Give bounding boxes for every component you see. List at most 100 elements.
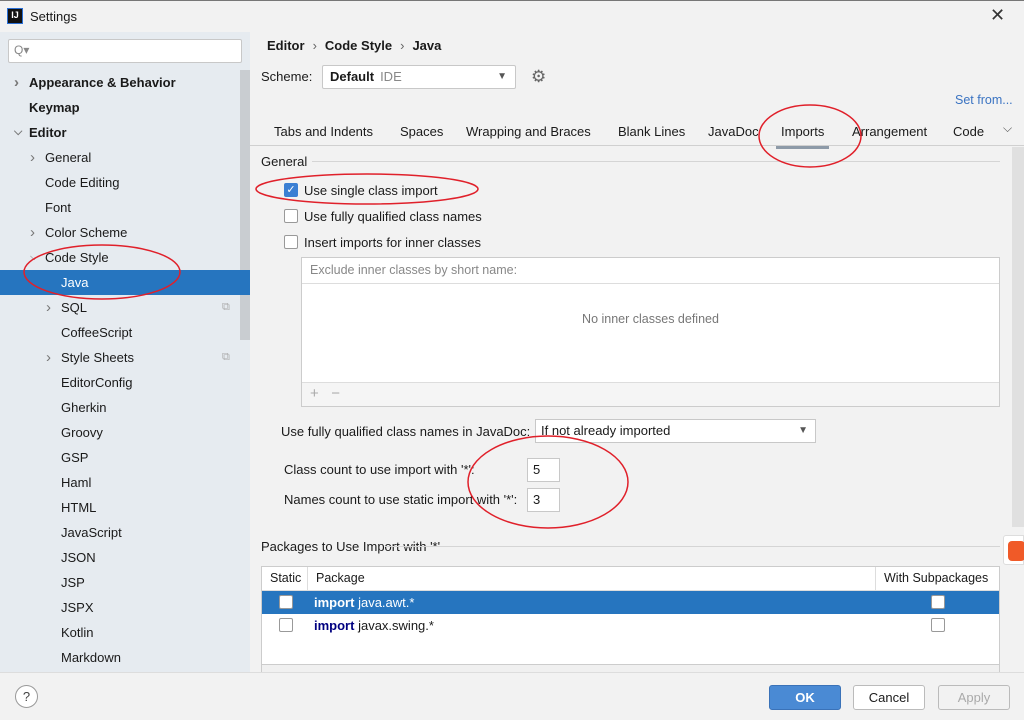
remove-icon[interactable]: − — [331, 385, 340, 402]
ok-button[interactable]: OK — [769, 685, 841, 710]
breadcrumb-separator: › — [400, 38, 405, 53]
chevron-right-icon[interactable]: › — [46, 345, 51, 370]
sidebar-item[interactable]: › General — [0, 145, 240, 170]
exclude-inner-classes-list[interactable]: Exclude inner classes by short name: No … — [301, 257, 1000, 407]
add-icon[interactable]: + — [310, 385, 319, 402]
sidebar-item-label: Java — [61, 275, 89, 290]
sidebar-item[interactable]: JSON — [0, 545, 240, 570]
content-scrollbar[interactable] — [1012, 147, 1024, 527]
chevron-down-icon[interactable]: ⌵ — [1003, 121, 1012, 136]
sidebar-item[interactable]: HTML — [0, 495, 240, 520]
empty-list-text: No inner classes defined — [582, 312, 719, 326]
dropdown-arrow-icon: ▼ — [798, 425, 808, 436]
sidebar-item[interactable]: › SQL ⧉ — [0, 295, 240, 320]
tab-arrangement[interactable]: Arrangement — [852, 124, 927, 139]
sidebar-scrollbar[interactable] — [240, 70, 250, 340]
chevron-right-icon[interactable]: › — [30, 145, 35, 170]
scheme-dropdown[interactable]: Default IDE ▼ — [322, 65, 516, 89]
copy-icon: ⧉ — [222, 351, 230, 363]
tab-code[interactable]: Code — [953, 124, 984, 139]
use-fully-qualified-label: Use fully qualified class names — [304, 209, 482, 224]
sidebar-item[interactable]: Haml — [0, 470, 240, 495]
sidebar-item[interactable]: › Appearance & Behavior — [0, 70, 240, 95]
sidebar-item-label: Editor — [29, 125, 67, 140]
column-header-package[interactable]: Package — [308, 567, 876, 591]
sidebar-item[interactable]: CoffeeScript — [0, 320, 240, 345]
dropdown-arrow-icon: ▼ — [497, 71, 507, 82]
sidebar-item[interactable]: Groovy — [0, 420, 240, 445]
close-icon[interactable]: ✕ — [990, 5, 1005, 26]
class-count-label: Class count to use import with '*': — [284, 462, 475, 477]
sidebar-item[interactable]: Code Editing — [0, 170, 240, 195]
cancel-button[interactable]: Cancel — [853, 685, 925, 710]
sidebar-item[interactable]: ⌵ Code Style — [0, 245, 240, 270]
javadoc-dropdown[interactable]: If not already imported ▼ — [535, 419, 816, 443]
sidebar-item[interactable]: › Color Scheme — [0, 220, 240, 245]
tab-wrapping-and-braces[interactable]: Wrapping and Braces — [466, 124, 591, 139]
sidebar-item-label: Style Sheets — [61, 350, 134, 365]
chevron-down-icon[interactable]: ⌵ — [30, 245, 38, 270]
tab-blank-lines[interactable]: Blank Lines — [618, 124, 685, 139]
package-name: javax.swing.* — [358, 618, 434, 633]
set-from-link[interactable]: Set from... — [955, 93, 1013, 107]
copy-icon: ⧉ — [222, 301, 230, 313]
chevron-right-icon[interactable]: › — [30, 220, 35, 245]
chevron-right-icon[interactable]: › — [46, 295, 51, 320]
static-checkbox[interactable] — [279, 618, 293, 632]
chevron-down-icon[interactable]: ⌵ — [14, 120, 22, 145]
sidebar-item[interactable]: JSP — [0, 570, 240, 595]
sidebar-item[interactable]: GSP — [0, 445, 240, 470]
use-single-class-import-checkbox[interactable]: ✓ — [284, 183, 298, 197]
search-input[interactable]: Q▾ — [8, 39, 242, 63]
sidebar-item-label: JavaScript — [61, 525, 122, 540]
chevron-right-icon[interactable]: › — [14, 70, 19, 95]
subpackages-checkbox[interactable] — [931, 618, 945, 632]
sidebar-item-label: Markdown — [61, 650, 121, 665]
javadoc-label: Use fully qualified class names in JavaD… — [281, 424, 531, 439]
apply-button[interactable]: Apply — [938, 685, 1010, 710]
sidebar-item[interactable]: ⌵ Editor — [0, 120, 240, 145]
ime-icon[interactable] — [1003, 535, 1024, 565]
subpackages-checkbox[interactable] — [931, 595, 945, 609]
packages-table[interactable]: Static Package With Subpackages import j… — [261, 566, 1000, 672]
sidebar-item[interactable]: › Style Sheets ⧉ — [0, 345, 240, 370]
insert-inner-imports-checkbox[interactable] — [284, 235, 298, 249]
sidebar-item[interactable]: Keymap — [0, 95, 240, 120]
app-icon: IJ — [7, 8, 23, 24]
sidebar-item[interactable]: JSPX — [0, 595, 240, 620]
sidebar-item-label: GSP — [61, 450, 89, 465]
sidebar-item[interactable]: JavaScript — [0, 520, 240, 545]
sidebar-item[interactable]: Gherkin — [0, 395, 240, 420]
sidebar-item-label: JSP — [61, 575, 85, 590]
exclude-input[interactable]: Exclude inner classes by short name: — [302, 258, 999, 284]
sidebar-item-label: Keymap — [29, 100, 80, 115]
breadcrumb-item[interactable]: Code Style — [325, 38, 392, 53]
sidebar-item-label: Groovy — [61, 425, 103, 440]
table-row[interactable]: import java.awt.* — [262, 591, 999, 614]
window-title: Settings — [30, 9, 77, 24]
table-row[interactable]: import javax.swing.* — [262, 614, 999, 637]
breadcrumb-item[interactable]: Editor — [267, 38, 305, 53]
sidebar-item[interactable]: Java — [0, 270, 250, 295]
sidebar-item-label: HTML — [61, 500, 97, 515]
names-count-input[interactable]: 3 — [527, 488, 560, 512]
tab-tabs-and-indents[interactable]: Tabs and Indents — [274, 124, 373, 139]
names-count-label: Names count to use static import with '*… — [284, 492, 518, 507]
title-bar: IJ Settings ✕ — [0, 0, 1024, 32]
sidebar-item[interactable]: EditorConfig — [0, 370, 240, 395]
gear-icon[interactable]: ⚙ — [531, 67, 546, 87]
class-count-input[interactable]: 5 — [527, 458, 560, 482]
help-button[interactable]: ? — [15, 685, 38, 708]
tab-javadoc[interactable]: JavaDoc — [708, 124, 759, 139]
tab-imports[interactable]: Imports — [775, 124, 830, 149]
use-fully-qualified-checkbox[interactable] — [284, 209, 298, 223]
static-checkbox[interactable] — [279, 595, 293, 609]
column-header-static[interactable]: Static — [262, 567, 308, 591]
column-header-subpackages[interactable]: With Subpackages — [876, 567, 999, 591]
tab-spaces[interactable]: Spaces — [400, 124, 443, 139]
import-keyword: import — [314, 595, 355, 610]
sidebar-item[interactable]: Kotlin — [0, 620, 240, 645]
sidebar-item[interactable]: Markdown — [0, 645, 240, 670]
sidebar-item[interactable]: Font — [0, 195, 240, 220]
sidebar-item-label: Code Editing — [45, 175, 120, 190]
